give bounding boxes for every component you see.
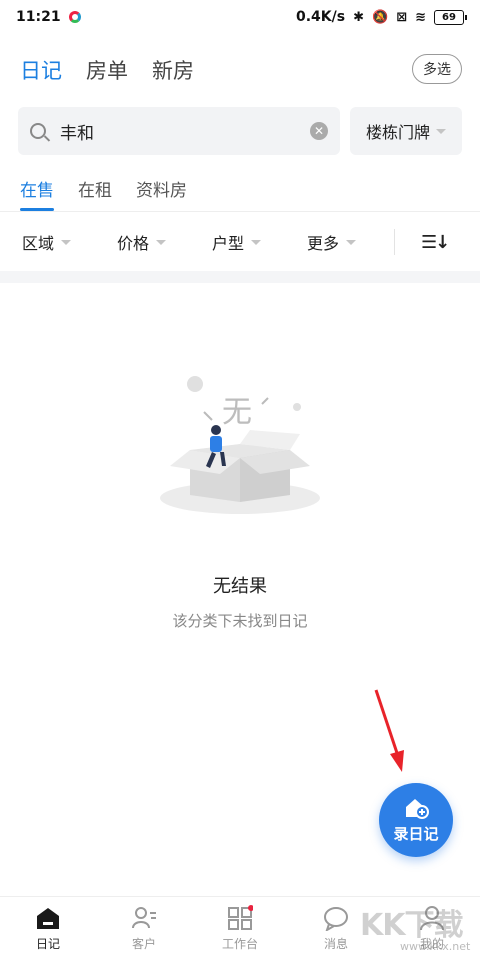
battery-icon: 69 — [434, 9, 467, 25]
watermark-url: www.kkx.net — [400, 940, 471, 953]
add-house-icon — [406, 799, 429, 819]
nav-diary[interactable]: 日记 — [0, 897, 96, 960]
notification-badge — [248, 905, 253, 911]
nav-label: 工作台 — [221, 937, 258, 951]
filter-label: 更多 — [307, 234, 340, 253]
empty-state-title: 无结果 — [213, 576, 267, 597]
customer-icon — [132, 907, 156, 929]
grid-icon — [228, 905, 253, 930]
tab-new-homes[interactable]: 新房 — [152, 55, 194, 85]
filter-price[interactable]: 价格 — [117, 230, 212, 254]
nav-label: 日记 — [35, 937, 60, 951]
sub-tab-bar: 在售 在租 资料房 — [0, 170, 480, 212]
multi-select-button[interactable]: 多选 — [412, 54, 462, 84]
chevron-down-icon — [251, 239, 262, 245]
bluetooth-icon: ✱ — [353, 9, 364, 25]
chevron-down-icon — [346, 239, 357, 245]
nav-label: 消息 — [323, 937, 348, 951]
top-tab-bar: 日记 房单 新房 多选 — [0, 50, 480, 90]
mute-icon: 🔕 — [372, 9, 389, 25]
sort-icon[interactable]: ☰↓ — [421, 232, 450, 253]
home-icon — [37, 908, 59, 929]
nav-label: 客户 — [131, 937, 156, 951]
status-right: 0.4K/s ✱ 🔕 ⊠ ≋ 69 — [295, 9, 467, 25]
building-number-dropdown[interactable]: 楼栋门牌 — [350, 107, 462, 155]
section-separator — [0, 271, 480, 283]
record-diary-label: 录日记 — [393, 825, 439, 843]
tab-archive[interactable]: 资料房 — [136, 170, 187, 211]
status-bar: 11:21 0.4K/s ✱ 🔕 ⊠ ≋ 69 — [0, 0, 480, 34]
wifi-icon: ≋ — [415, 9, 426, 25]
arrow-annotation-icon — [374, 689, 404, 772]
record-diary-button[interactable]: 录日记 — [379, 783, 453, 857]
filter-label: 区域 — [22, 234, 55, 253]
tab-for-rent[interactable]: 在租 — [78, 170, 112, 211]
search-icon — [30, 123, 46, 139]
filter-bar: 区域 价格 户型 更多 ☰↓ — [0, 213, 480, 271]
illustration-text: 无 — [222, 395, 252, 430]
filter-label: 价格 — [117, 234, 150, 253]
tab-diary[interactable]: 日记 — [20, 55, 62, 85]
empty-state-subtitle: 该分类下未找到日记 — [172, 612, 308, 630]
nav-workbench[interactable]: 工作台 — [192, 897, 288, 960]
status-time: 11:21 — [16, 9, 61, 25]
empty-box-illustration: 无 — [160, 376, 320, 514]
watermark-logo: KK下载 — [360, 908, 463, 943]
sim-off-icon: ⊠ — [396, 9, 408, 25]
search-row: ✕ 楼栋门牌 — [18, 107, 462, 155]
chat-icon — [324, 907, 348, 931]
network-speed: 0.4K/s — [295, 9, 346, 25]
app-notification-icon — [68, 11, 81, 23]
clear-icon[interactable]: ✕ — [310, 122, 328, 140]
status-left: 11:21 — [16, 9, 81, 25]
chevron-down-icon — [436, 128, 446, 134]
tab-for-sale[interactable]: 在售 — [20, 170, 54, 211]
filter-more[interactable]: 更多 — [307, 230, 402, 254]
tab-listings[interactable]: 房单 — [86, 55, 128, 85]
chevron-down-icon — [156, 239, 167, 245]
filter-region[interactable]: 区域 — [22, 230, 117, 254]
search-box[interactable]: ✕ — [18, 107, 340, 155]
filter-label: 户型 — [212, 234, 245, 253]
filter-divider — [394, 229, 395, 255]
search-input[interactable] — [60, 121, 310, 141]
nav-customers[interactable]: 客户 — [96, 897, 192, 960]
chevron-down-icon — [61, 239, 72, 245]
building-number-label: 楼栋门牌 — [365, 123, 430, 142]
filter-layout[interactable]: 户型 — [212, 230, 307, 254]
